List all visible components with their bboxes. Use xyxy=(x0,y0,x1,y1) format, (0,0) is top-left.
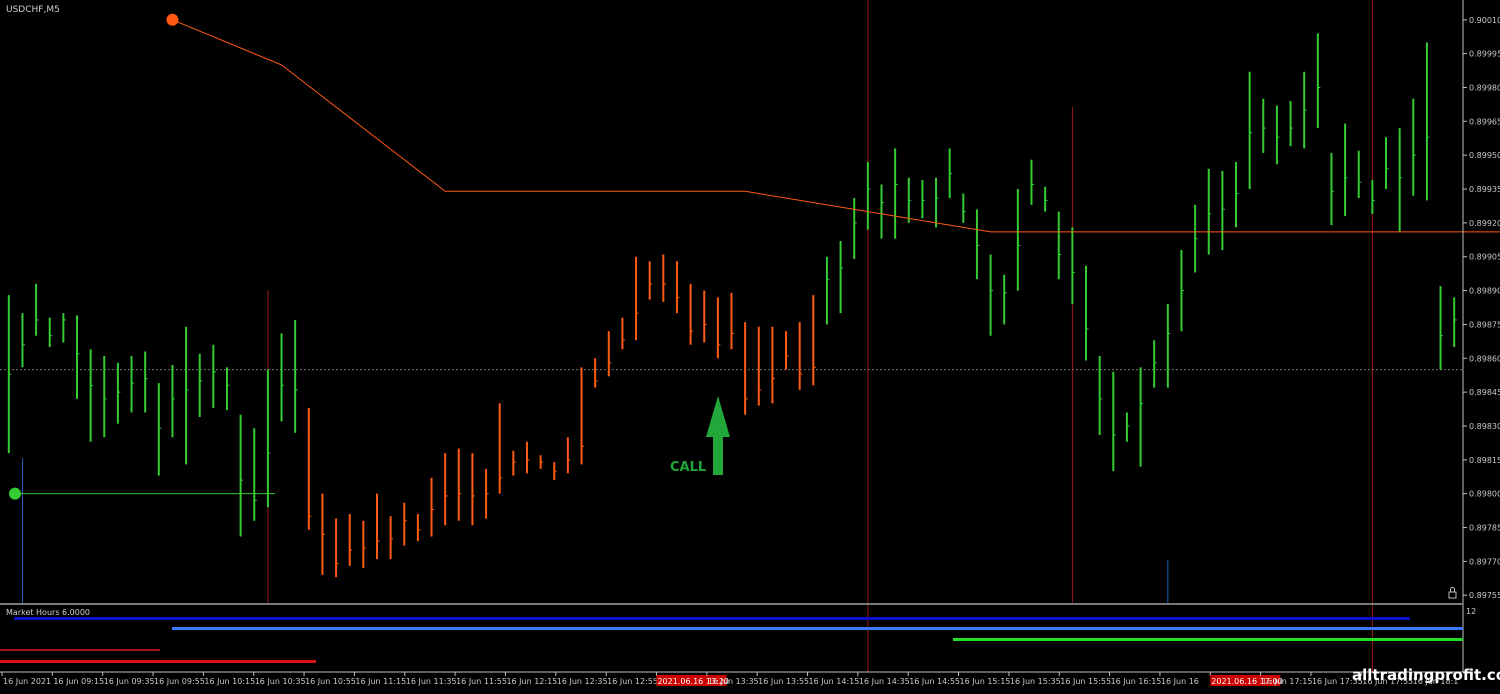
time-tick-label: 16 Jun 10:35 xyxy=(255,677,306,686)
time-tick-label: 16 Jun 14:35 xyxy=(859,677,910,686)
price-axis: 0.90010 0.89995 0.89980 0.89965 0.89950 0.899… xyxy=(1462,0,1500,672)
time-tick-label: 16 Jun 16:15 xyxy=(1111,677,1162,686)
price-tick-label: 0.89875 xyxy=(1469,320,1500,329)
price-tick-label: 0.90010 xyxy=(1469,16,1500,25)
price-tick-label: 0.89965 xyxy=(1469,117,1500,126)
lock-icon[interactable] xyxy=(1448,587,1457,599)
price-tick-label: 0.89905 xyxy=(1469,253,1500,262)
time-tick-label: 16 Jun 09:35 xyxy=(104,677,155,686)
price-tick-label: 0.89785 xyxy=(1469,524,1500,533)
indicator-scale-label: 12 xyxy=(1466,607,1476,616)
price-tick-label: 0.89755 xyxy=(1469,591,1500,600)
indicator-separator xyxy=(0,603,1463,605)
time-tick-label: 16 Jun 14:15 xyxy=(809,677,860,686)
price-tick-label: 0.89935 xyxy=(1469,185,1500,194)
time-tick-label: 16 Jun 2021 xyxy=(3,677,51,686)
price-tick-label: 0.89860 xyxy=(1469,354,1500,363)
symbol-title: USDCHF,M5 xyxy=(6,5,60,15)
call-signal: CALL xyxy=(670,396,730,475)
time-tick-label: 16 Jun 12:15 xyxy=(506,677,557,686)
up-arrow-icon xyxy=(706,396,730,475)
price-tick-label: 0.89845 xyxy=(1469,388,1500,397)
watermark: alltradingprofit.com xyxy=(1352,666,1500,684)
time-tick-label: 16 Jun 17:15 xyxy=(1262,677,1313,686)
price-tick-label: 0.89980 xyxy=(1469,83,1500,92)
stop-line-down xyxy=(172,19,1500,233)
chart-overlays xyxy=(0,0,1463,672)
time-tick-label: 16 Jun 13:55 xyxy=(758,677,809,686)
price-tick-label: 0.89815 xyxy=(1469,456,1500,465)
call-label: CALL xyxy=(670,460,706,475)
price-tick-label: 0.89920 xyxy=(1469,219,1500,228)
time-tick-label: 16 Jun 10:55 xyxy=(305,677,356,686)
time-axis: 16 Jun 2021 16 Jun 09:15 16 Jun 09:35 16 Ju… xyxy=(0,671,1463,686)
session-bar-light-blue xyxy=(172,627,1463,630)
time-tick-label: 16 Jun 10:15 xyxy=(204,677,255,686)
price-tick-label: 0.89890 xyxy=(1469,287,1500,296)
indicator-panel: Market Hours 6.0000 12 xyxy=(0,603,1476,663)
time-tick-label: 16 Jun 15:55 xyxy=(1060,677,1111,686)
time-tick-label: 16 Jun 11:15 xyxy=(355,677,406,686)
time-tick-label: 16 Jun 09:15 xyxy=(53,677,104,686)
time-tick-label: 16 Jun 13:35 xyxy=(708,677,759,686)
chart-canvas: 0.90010 0.89995 0.89980 0.89965 0.89950 0.899… xyxy=(0,0,1500,686)
time-tick-label: 16 Jun 11:35 xyxy=(406,677,457,686)
price-tick-label: 0.89830 xyxy=(1469,422,1500,431)
indicator-lines xyxy=(9,13,1500,500)
indicator-title: Market Hours 6.0000 xyxy=(6,608,90,617)
time-tick-label: 16 Jun 14:55 xyxy=(909,677,960,686)
session-bar-red-thin xyxy=(0,649,160,651)
session-bar-green xyxy=(953,638,1463,641)
price-tick-label: 0.89950 xyxy=(1469,151,1500,160)
time-tick-label: 16 Jun 09:55 xyxy=(154,677,205,686)
session-bar-dark-blue xyxy=(14,617,1410,620)
time-tick-label: 16 Jun 15:15 xyxy=(960,677,1011,686)
trading-chart[interactable]: 0.90010 0.89995 0.89980 0.89965 0.89950 0.899… xyxy=(0,0,1500,690)
time-tick-label: 16 Jun 15:35 xyxy=(1010,677,1061,686)
time-tick-label: 16 Jun 12:35 xyxy=(557,677,608,686)
time-tick-label: 16 Jun 12:55 xyxy=(607,677,658,686)
price-bars xyxy=(7,33,1457,578)
price-tick-label: 0.89995 xyxy=(1469,50,1500,59)
price-tick-label: 0.89770 xyxy=(1469,557,1500,566)
session-bar-red xyxy=(0,660,316,663)
time-tick-label: 16 Jun 16 xyxy=(1161,677,1199,686)
support-dot xyxy=(9,487,21,500)
stop-start-dot-down xyxy=(166,13,179,26)
price-tick-label: 0.89800 xyxy=(1469,490,1500,499)
time-tick-label: 16 Jun 11:55 xyxy=(456,677,507,686)
